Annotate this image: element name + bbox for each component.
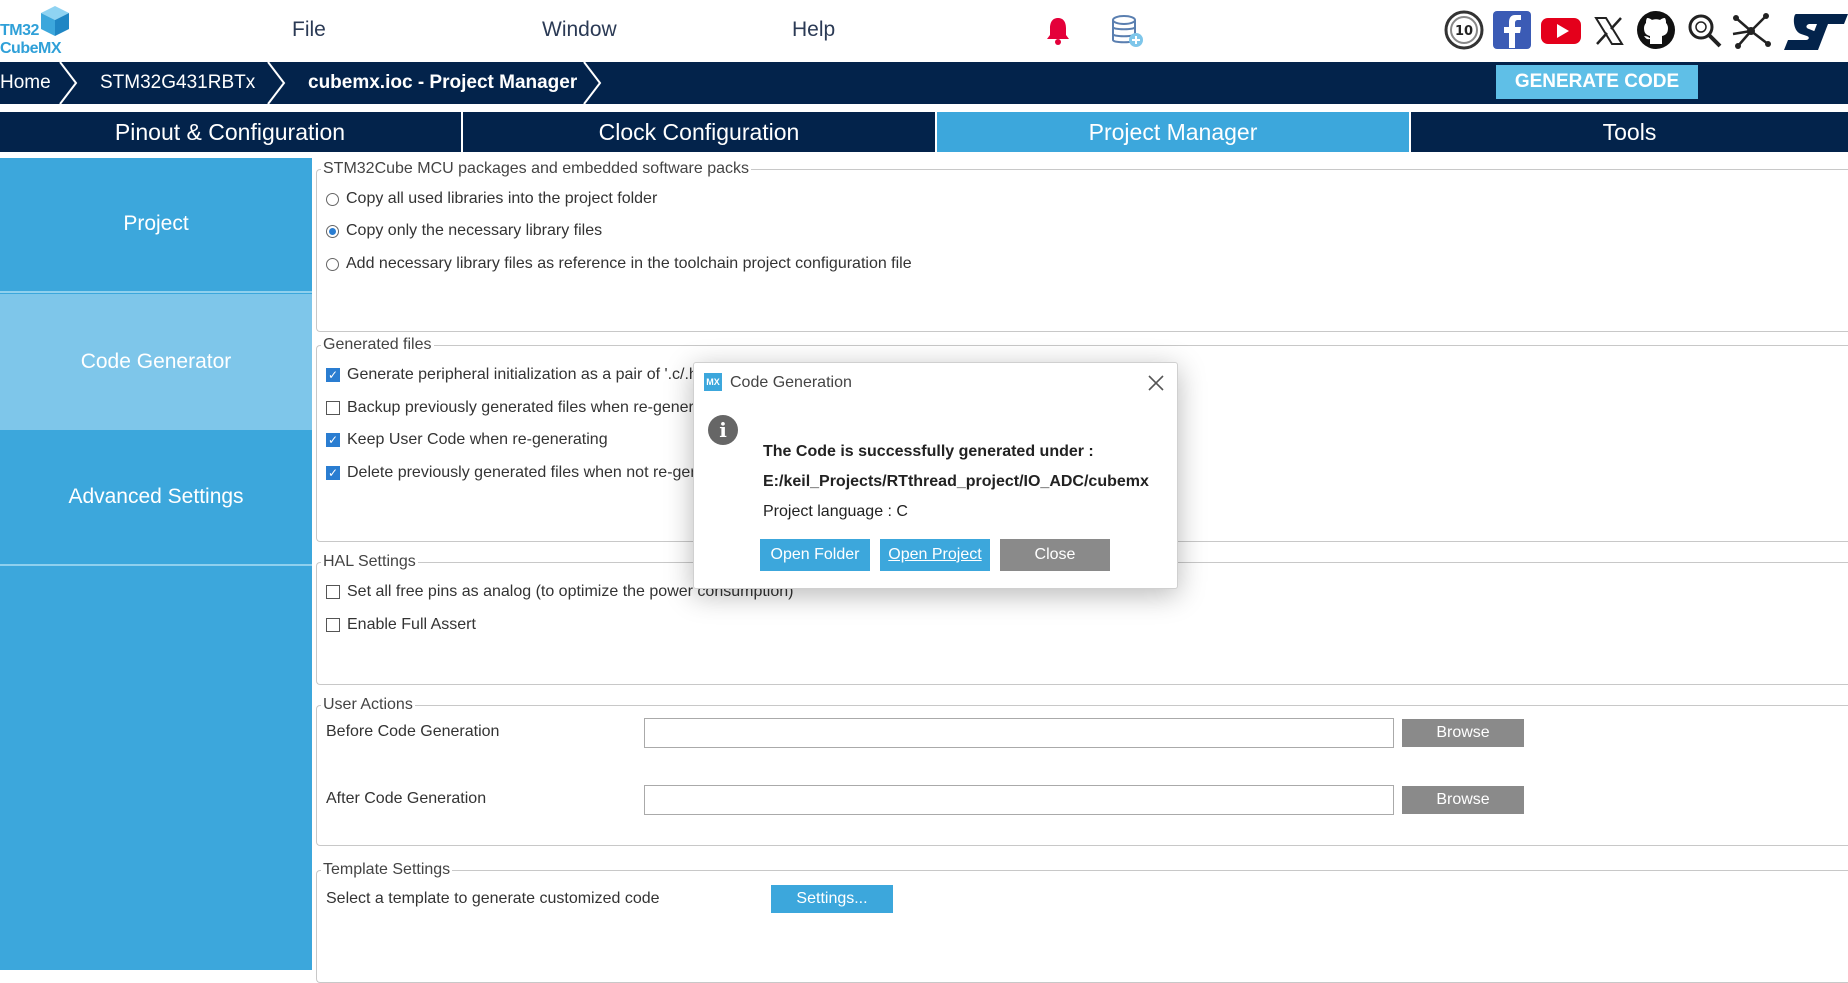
menu-help[interactable]: Help — [792, 18, 835, 42]
breadcrumb-chevron-icon — [583, 62, 602, 104]
packages-option-copy-all[interactable]: Copy all used libraries into the project… — [326, 190, 657, 208]
hal-option-full-assert[interactable]: Enable Full Assert — [326, 616, 476, 634]
packages-group: STM32Cube MCU packages and embedded soft… — [316, 160, 1848, 332]
template-settings-group: Template Settings — [316, 861, 1848, 983]
tab-pinout-configuration[interactable]: Pinout & Configuration — [0, 112, 460, 152]
checkbox-unchecked[interactable] — [326, 618, 340, 632]
logo-text-bottom: CubeMX — [0, 40, 62, 57]
hal-settings-group-title: HAL Settings — [323, 553, 416, 570]
packages-group-title: STM32Cube MCU packages and embedded soft… — [323, 160, 749, 177]
after-code-generation-label: After Code Generation — [326, 790, 487, 807]
dialog-language: Project language : C — [763, 503, 908, 520]
generated-files-option-keep-user-code[interactable]: ✓ Keep User Code when re-generating — [326, 431, 608, 449]
anniversary-badge-icon[interactable]: 10 — [1444, 10, 1484, 50]
open-project-button[interactable]: Open Project — [880, 539, 990, 571]
notification-bell-icon[interactable] — [1044, 16, 1072, 46]
checkbox-checked[interactable]: ✓ — [326, 466, 340, 480]
sidebar-item-advanced-settings[interactable]: Advanced Settings — [0, 430, 312, 564]
before-code-generation-input[interactable] — [644, 718, 1394, 748]
info-icon: i — [708, 415, 738, 445]
breadcrumb-chevron-icon — [267, 62, 286, 104]
after-browse-button[interactable]: Browse — [1402, 786, 1524, 814]
dialog-message: The Code is successfully generated under… — [763, 443, 1094, 460]
main-tabs: Pinout & Configuration Clock Configurati… — [0, 112, 1848, 152]
sidebar-divider — [0, 564, 312, 566]
user-actions-group-title: User Actions — [323, 696, 413, 713]
st-logo-icon[interactable] — [1782, 10, 1848, 52]
github-icon[interactable] — [1636, 10, 1676, 50]
before-browse-button[interactable]: Browse — [1402, 719, 1524, 747]
tab-clock-configuration[interactable]: Clock Configuration — [463, 112, 935, 152]
network-hub-icon[interactable] — [1730, 10, 1772, 52]
breadcrumb-chevron-icon — [59, 62, 78, 104]
packages-option-copy-necessary[interactable]: Copy only the necessary library files — [326, 222, 602, 240]
after-code-generation-input[interactable] — [644, 785, 1394, 815]
template-settings-label: Select a template to generate customized… — [326, 890, 660, 907]
generated-files-group-title: Generated files — [323, 336, 432, 353]
menu-file[interactable]: File — [292, 18, 326, 42]
generate-code-button[interactable]: GENERATE CODE — [1496, 65, 1698, 99]
checkbox-unchecked[interactable] — [326, 401, 340, 415]
checkbox-checked[interactable]: ✓ — [326, 368, 340, 382]
generated-files-option-backup[interactable]: Backup previously generated files when r… — [326, 399, 729, 417]
before-code-generation-label: Before Code Generation — [326, 723, 500, 740]
facebook-icon[interactable] — [1492, 10, 1532, 50]
dialog-path: E:/keil_Projects/RTthread_project/IO_ADC… — [763, 473, 1149, 490]
template-settings-button[interactable]: Settings... — [771, 885, 893, 913]
svg-text:10: 10 — [1455, 24, 1473, 39]
radio-unselected[interactable] — [326, 192, 339, 206]
youtube-icon[interactable] — [1540, 10, 1582, 50]
stm32cubemx-logo: TM32 CubeMX — [0, 4, 80, 60]
template-settings-group-title: Template Settings — [323, 861, 451, 878]
code-generation-dialog: MX Code Generation i The Code is success… — [693, 362, 1178, 589]
packages-option-add-reference[interactable]: Add necessary library files as reference… — [326, 255, 912, 273]
open-folder-button[interactable]: Open Folder — [760, 539, 870, 571]
tab-project-manager[interactable]: Project Manager — [937, 112, 1409, 152]
logo-text-top: TM32 — [0, 22, 39, 39]
sidebar: Project Code Generator Advanced Settings — [0, 158, 312, 970]
sidebar-divider — [0, 291, 312, 293]
breadcrumb-device[interactable]: STM32G431RBTx — [100, 72, 255, 94]
checkbox-unchecked[interactable] — [326, 585, 340, 599]
radio-unselected[interactable] — [326, 257, 339, 271]
sidebar-item-project[interactable]: Project — [0, 158, 312, 290]
tab-tools[interactable]: Tools — [1411, 112, 1848, 152]
top-bar: TM32 CubeMX File Window Help 10 — [0, 0, 1848, 62]
cube-logo-icon — [41, 6, 69, 36]
checkbox-checked[interactable]: ✓ — [326, 433, 340, 447]
dialog-title: Code Generation — [730, 374, 852, 391]
sidebar-item-code-generator[interactable]: Code Generator — [0, 294, 312, 430]
database-update-icon[interactable] — [1110, 14, 1144, 48]
breadcrumb-home[interactable]: Home — [0, 72, 51, 94]
close-icon[interactable] — [1147, 374, 1165, 392]
mx-app-icon: MX — [704, 373, 722, 391]
close-button[interactable]: Close — [1000, 539, 1110, 571]
radio-selected[interactable] — [326, 224, 339, 238]
community-search-icon[interactable] — [1686, 12, 1724, 50]
breadcrumb-current[interactable]: cubemx.ioc - Project Manager — [308, 72, 577, 94]
generated-files-option-delete-old[interactable]: ✓ Delete previously generated files when… — [326, 464, 745, 482]
menu-window[interactable]: Window — [542, 18, 617, 42]
x-twitter-icon[interactable] — [1592, 14, 1626, 48]
